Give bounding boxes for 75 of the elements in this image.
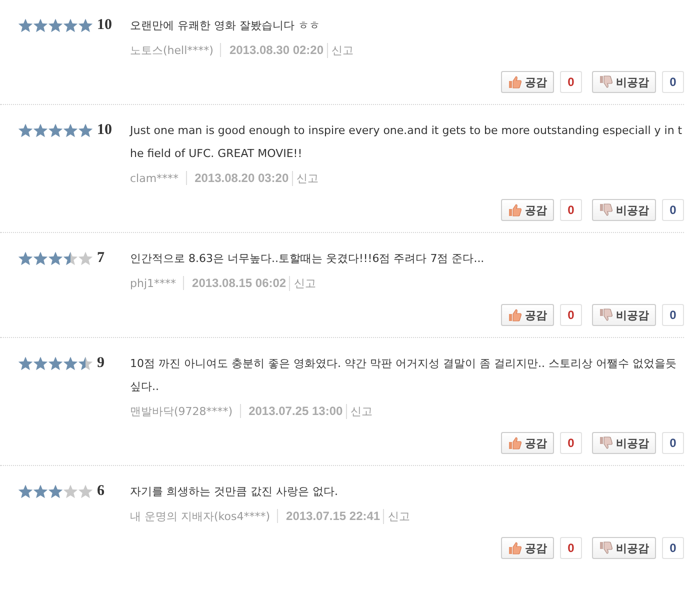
star-icon [18,356,33,371]
star-icon [33,18,48,33]
thumbs-down-icon [599,436,613,450]
dislike-count: 0 [662,199,684,221]
thumbs-up-icon [508,203,522,217]
star-icon [48,356,63,371]
score: 10 [97,17,112,34]
review-text: 10점 까진 아니여도 충분히 좋은 영화였다. 약간 막판 어거지성 결말이 좀 걸리지만.. 스토리상 어쨀수 없었을듯 싶다.. [130,356,678,395]
star-icon [78,18,93,33]
star-icon [63,356,78,371]
star-icon [48,123,63,138]
thumbs-up-icon [508,75,522,89]
star-icon [18,18,33,33]
thumbs-down-icon [599,308,613,322]
author-name: 내 운명의 지배자(kos4****) [130,508,272,524]
dislike-count: 0 [662,71,684,93]
star-icon [48,484,63,499]
dislike-button[interactable]: 비공감 [592,71,656,93]
like-count: 0 [560,199,582,221]
star-icon [63,123,78,138]
star-icon [18,484,33,499]
star-icon [18,123,33,138]
star-icon [63,251,78,266]
thumbs-up-icon [508,308,522,322]
star-icon [63,18,78,33]
review-date: 2013.08.20 03:20 [186,171,292,185]
dislike-count: 0 [662,304,684,326]
like-count: 0 [560,432,582,454]
review-date: 2013.08.15 06:02 [183,276,290,290]
author-name: clam**** [130,172,180,184]
dislike-count: 0 [662,432,684,454]
like-count: 0 [560,537,582,559]
like-count: 0 [560,304,582,326]
like-count: 0 [560,71,582,93]
author-name: phj1**** [130,276,178,290]
dislike-button[interactable]: 비공감 [592,304,656,326]
like-button[interactable]: 공감 [501,199,554,221]
author-name: 맨발바닥(9728****) [130,404,234,418]
star-icon [33,356,48,371]
review-date: 2013.07.15 22:41 [277,509,384,523]
review-date: 2013.08.30 02:20 [220,43,327,57]
thumbs-up-icon [508,541,522,555]
like-button[interactable]: 공감 [501,71,554,93]
star-icon [48,251,63,266]
review-text: Just one man is good enough to inspire every one.and it gets to be more outstanding especiall y in the field of UFC. GREAT MOVIE!! [130,123,684,162]
star-icon [33,484,48,499]
review-text: 자기를 희생하는 것만큼 값진 사랑은 없다. [130,484,339,500]
review-text: 오랜만에 유쾌한 영화 잘봤습니다 ㅎㅎ [130,18,321,34]
like-button[interactable]: 공감 [501,537,554,559]
star-icon [48,18,63,33]
star-icon [63,484,78,499]
review-date: 2013.07.25 13:00 [240,404,346,418]
star-icon [33,251,48,266]
like-button[interactable]: 공감 [501,432,554,454]
thumbs-down-icon [599,541,613,555]
thumbs-up-icon [508,436,522,450]
dislike-count: 0 [662,537,684,559]
star-icon [33,123,48,138]
score: 9 [97,355,104,372]
dislike-button[interactable]: 비공감 [592,537,656,559]
thumbs-down-icon [599,75,613,89]
review-text: 인간적으로 8.63은 너무높다..토할때는 웃겼다!!!6점 주려다 7점 준다... [130,251,486,267]
star-icon [18,251,33,266]
dislike-button[interactable]: 비공감 [592,199,656,221]
score: 7 [97,250,104,267]
star-icon [78,356,93,371]
thumbs-down-icon [599,203,613,217]
star-icon [78,484,93,499]
author-name: 노토스(hell****) [130,42,214,58]
star-icon [78,251,93,266]
like-button[interactable]: 공감 [501,304,554,326]
star-icon [78,123,93,138]
score: 10 [97,122,112,139]
score: 6 [97,483,104,500]
dislike-button[interactable]: 비공감 [592,432,656,454]
